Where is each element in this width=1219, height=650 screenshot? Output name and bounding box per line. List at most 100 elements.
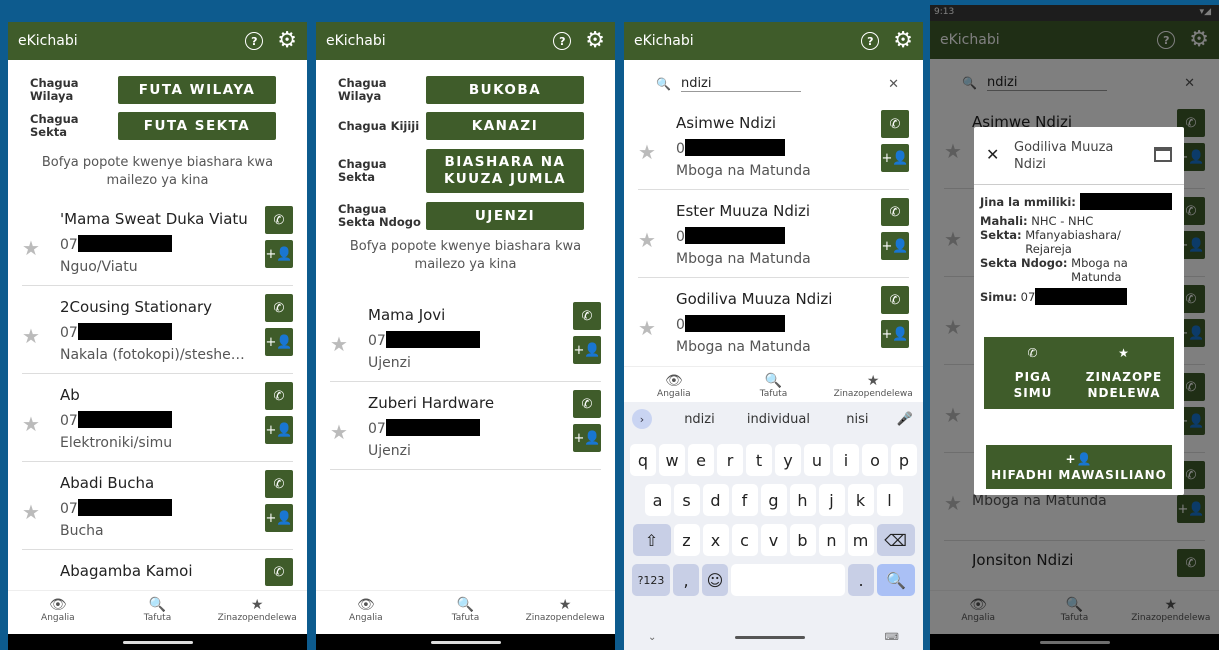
close-icon[interactable]: ✕ <box>986 145 999 164</box>
favorite-button[interactable]: ★ ZINAZOPE NDELEWA <box>1074 337 1174 409</box>
add-contact-button[interactable]: +👤 <box>573 336 601 364</box>
key[interactable]: l <box>876 484 903 516</box>
add-contact-button[interactable]: +👤 <box>265 328 293 356</box>
star-icon[interactable]: ★ <box>330 332 348 356</box>
tab-tafuta[interactable]: 🔍Tafuta <box>416 591 516 634</box>
key[interactable]: d <box>702 484 729 516</box>
list-item[interactable]: ★ 2Cousing Stationary 07 Nakala (fotokop… <box>22 286 293 374</box>
star-icon[interactable]: ★ <box>22 236 40 260</box>
key[interactable]: v <box>760 524 787 556</box>
tab-angalia[interactable]: 👁Angalia <box>8 591 108 634</box>
subsector-button[interactable]: UJENZI <box>426 202 584 230</box>
star-icon[interactable]: ★ <box>638 140 656 164</box>
add-contact-button[interactable]: +👤 <box>265 240 293 268</box>
star-icon[interactable]: ★ <box>22 412 40 436</box>
chevron-down-icon[interactable]: ⌄ <box>648 632 656 643</box>
key[interactable]: p <box>891 444 917 476</box>
space-key[interactable] <box>731 564 845 596</box>
star-icon[interactable]: ★ <box>22 324 40 348</box>
key[interactable]: e <box>688 444 714 476</box>
help-icon[interactable]: ? <box>245 32 264 50</box>
suggestion[interactable]: individual <box>739 412 818 427</box>
add-contact-button[interactable]: +👤 <box>881 232 909 260</box>
period-key[interactable]: . <box>848 564 874 596</box>
star-icon[interactable]: ★ <box>22 500 40 524</box>
key[interactable]: n <box>818 524 845 556</box>
add-contact-button[interactable]: +👤 <box>265 504 293 532</box>
shift-key[interactable]: ⇧ <box>632 524 671 556</box>
save-contact-button[interactable]: +👤 HIFADHI MAWASILIANO <box>986 445 1172 489</box>
key[interactable]: m <box>847 524 874 556</box>
search-input[interactable]: ndizi <box>680 76 801 92</box>
add-contact-button[interactable]: +👤 <box>881 320 909 348</box>
key[interactable]: z <box>673 524 700 556</box>
gear-icon[interactable]: ⚙ <box>585 30 605 52</box>
search-bar[interactable]: 🔍 ndizi ✕ <box>642 70 905 98</box>
expand-icon[interactable]: › <box>632 409 652 429</box>
key[interactable]: a <box>644 484 671 516</box>
tab-zinazopendelewa[interactable]: ★Zinazopendelewa <box>515 591 615 634</box>
comma-key[interactable]: , <box>673 564 699 596</box>
tab-zinazopendelewa[interactable]: ★Zinazopendelewa <box>207 591 307 634</box>
add-contact-button[interactable]: +👤 <box>573 424 601 452</box>
gear-icon[interactable]: ⚙ <box>893 30 913 52</box>
symbols-key[interactable]: ?123 <box>632 564 670 596</box>
key[interactable]: r <box>717 444 743 476</box>
suggestion[interactable]: nisi <box>818 412 897 427</box>
district-button[interactable]: BUKOBA <box>426 76 584 104</box>
gear-icon[interactable]: ⚙ <box>277 30 297 52</box>
list-item[interactable]: ★ 'Mama Sweat Duka Viatu 07 Nguo/Viatu ✆… <box>22 198 293 286</box>
clear-icon[interactable]: ✕ <box>888 77 899 92</box>
keyboard-icon[interactable]: ⌨ <box>885 632 899 643</box>
tab-angalia[interactable]: 👁Angalia <box>624 367 724 404</box>
suggestion[interactable]: ndizi <box>660 412 739 427</box>
list-item[interactable]: ★ Godiliva Muuza Ndizi 0 Mboga na Matund… <box>638 278 909 358</box>
list-item[interactable]: ★ Abadi Bucha 07 Bucha ✆ +👤 <box>22 462 293 550</box>
key[interactable]: u <box>804 444 830 476</box>
key[interactable]: s <box>673 484 700 516</box>
call-button[interactable]: ✆ <box>881 286 909 314</box>
key[interactable]: o <box>862 444 888 476</box>
mic-icon[interactable]: 🎤 <box>897 412 913 427</box>
call-button[interactable]: ✆ <box>265 382 293 410</box>
call-button[interactable]: ✆ <box>265 470 293 498</box>
star-icon[interactable]: ★ <box>638 228 656 252</box>
sector-button[interactable]: BIASHARA NA KUUZA JUMLA <box>426 149 584 193</box>
key[interactable]: k <box>847 484 874 516</box>
list-item[interactable]: ★ Ab 07 Elektroniki/simu ✆ +👤 <box>22 374 293 462</box>
key[interactable]: j <box>818 484 845 516</box>
tab-tafuta[interactable]: 🔍Tafuta <box>108 591 208 634</box>
star-icon[interactable]: ★ <box>330 420 348 444</box>
list-item[interactable]: ★ Mama Jovi 07 Ujenzi ✆ +👤 <box>330 294 601 382</box>
backspace-key[interactable]: ⌫ <box>876 524 915 556</box>
star-icon[interactable]: ★ <box>638 316 656 340</box>
call-button[interactable]: ✆ PIGA SIMU <box>984 337 1082 409</box>
call-button[interactable]: ✆ <box>265 558 293 586</box>
help-icon[interactable]: ? <box>861 32 880 50</box>
key[interactable]: b <box>789 524 816 556</box>
call-button[interactable]: ✆ <box>265 294 293 322</box>
key[interactable]: i <box>833 444 859 476</box>
key[interactable]: w <box>659 444 685 476</box>
call-button[interactable]: ✆ <box>265 206 293 234</box>
add-contact-button[interactable]: +👤 <box>265 416 293 444</box>
call-button[interactable]: ✆ <box>881 110 909 138</box>
emoji-key[interactable]: ☺ <box>702 564 728 596</box>
list-item[interactable]: ★ Asimwe Ndizi 0 Mboga na Matunda ✆ +👤 <box>638 102 909 190</box>
key[interactable]: g <box>760 484 787 516</box>
key[interactable]: c <box>731 524 758 556</box>
key[interactable]: f <box>731 484 758 516</box>
clear-district-button[interactable]: FUTA WILAYA <box>118 76 276 104</box>
call-button[interactable]: ✆ <box>573 390 601 418</box>
tab-tafuta[interactable]: 🔍Tafuta <box>724 367 824 404</box>
key[interactable]: h <box>789 484 816 516</box>
share-icon[interactable] <box>1154 147 1172 162</box>
tab-angalia[interactable]: 👁Angalia <box>316 591 416 634</box>
help-icon[interactable]: ? <box>553 32 572 50</box>
key[interactable]: x <box>702 524 729 556</box>
list-item[interactable]: ★ Ester Muuza Ndizi 0 Mboga na Matunda ✆… <box>638 190 909 278</box>
clear-sector-button[interactable]: FUTA SEKTA <box>118 112 276 140</box>
search-key[interactable]: 🔍 <box>877 564 915 596</box>
key[interactable]: q <box>630 444 656 476</box>
key[interactable]: y <box>775 444 801 476</box>
